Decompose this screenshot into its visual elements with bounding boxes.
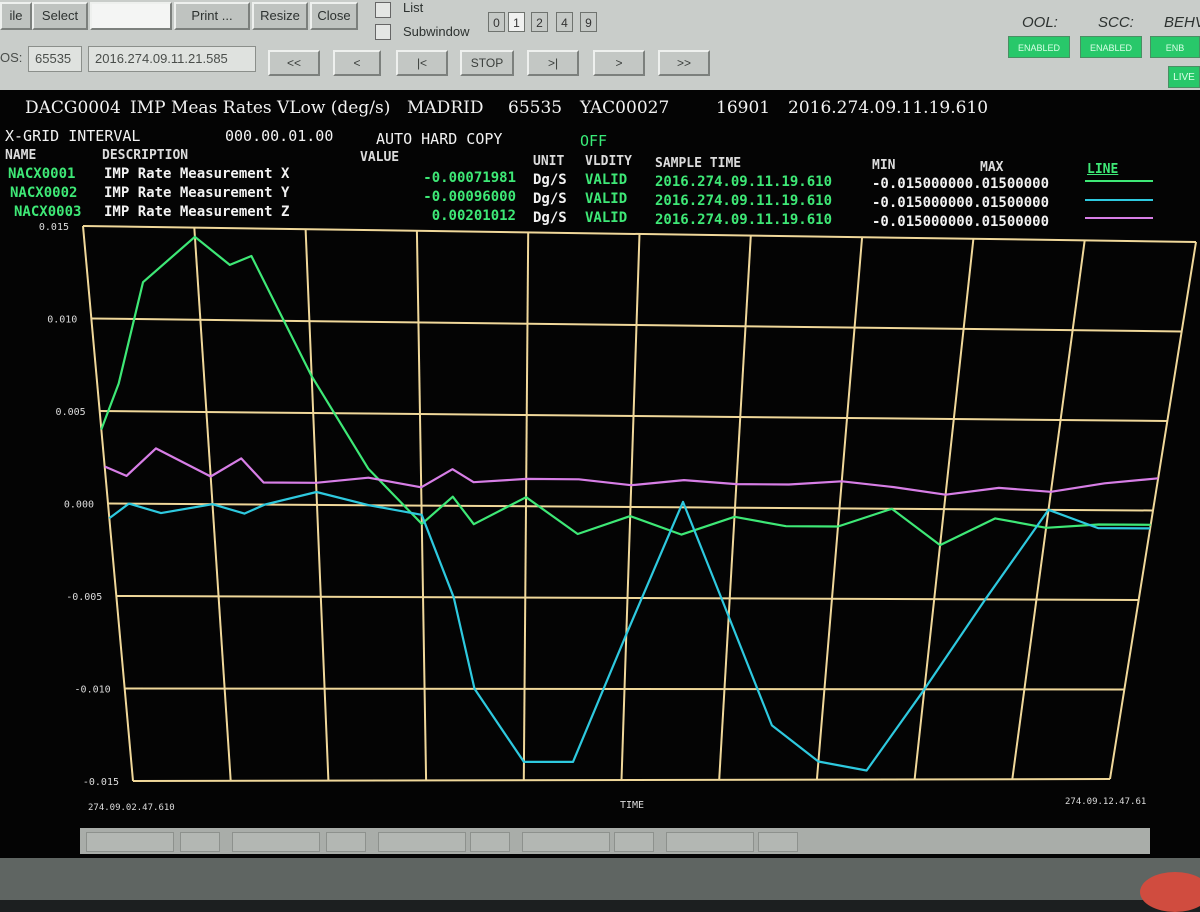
subwindow-label: Subwindow <box>403 24 470 39</box>
param-time: 2016.274.09.11.19.610 <box>655 174 833 190</box>
col-name: NAME <box>5 148 37 163</box>
legend-line-x <box>1085 180 1153 182</box>
bottom-slot[interactable] <box>326 832 366 852</box>
os-id-field[interactable]: 65535 <box>28 46 82 72</box>
behv-enabled-button[interactable]: ENB <box>1150 36 1200 58</box>
param-value: -0.00071981 <box>423 170 516 186</box>
forward-fast-button[interactable]: >> <box>658 50 710 76</box>
nav-time-field[interactable]: 2016.274.09.11.21.585 <box>88 46 256 72</box>
param-unit: Dg/S <box>533 172 567 188</box>
col-min: MIN <box>872 158 896 173</box>
display-title: IMP Meas Rates VLow (deg/s) <box>130 98 391 118</box>
scc-enabled-button[interactable]: ENABLED <box>1080 36 1142 58</box>
y-tick-label: 0.010 <box>47 315 77 326</box>
ool-enabled-button[interactable]: ENABLED <box>1008 36 1070 58</box>
rewind-fast-button[interactable]: << <box>268 50 320 76</box>
hardcopy-label: AUTO HARD COPY <box>376 130 503 148</box>
param-desc: IMP Rate Measurement X <box>104 166 290 182</box>
x-end-label: 274.09.12.47.61 <box>1065 797 1146 807</box>
col-sample-time: SAMPLE TIME <box>655 156 742 171</box>
bottom-slot[interactable] <box>378 832 466 852</box>
sticker <box>1140 872 1200 912</box>
x-axis-label: TIME <box>620 800 644 811</box>
page-button-1[interactable]: 1 <box>508 12 525 32</box>
param-minmax: -0.015000000.01500000 <box>872 195 1050 211</box>
grid-interval-value: 000.00.01.00 <box>225 127 334 145</box>
display-id: 65535 <box>508 98 563 118</box>
os-label: OS: <box>0 50 23 65</box>
param-validity: VALID <box>585 172 628 188</box>
chart-grid <box>82 225 1197 782</box>
bottom-slot[interactable] <box>666 832 754 852</box>
param-desc: IMP Rate Measurement Y <box>104 185 290 201</box>
stop-button[interactable]: STOP <box>460 50 514 76</box>
col-max: MAX <box>980 160 1004 175</box>
col-line: LINE <box>1087 162 1119 177</box>
col-value: VALUE <box>360 150 400 165</box>
series-line-nacx0001 <box>100 235 1151 547</box>
y-tick-label: -0.010 <box>75 685 111 696</box>
display-timestamp: 2016.274.09.11.19.610 <box>788 98 989 118</box>
legend-line-y <box>1085 199 1153 201</box>
close-menu[interactable]: Close <box>310 2 358 30</box>
page-button-0[interactable]: 0 <box>488 12 505 32</box>
param-value: -0.00096000 <box>423 189 516 205</box>
col-validity: VLDITY <box>585 154 632 169</box>
toolbar: ile Select Print ... Resize Close List S… <box>0 0 1200 90</box>
list-checkbox[interactable] <box>375 2 391 18</box>
scc-label: SCC: <box>1098 14 1134 31</box>
y-tick-label: -0.005 <box>66 592 102 603</box>
bottom-slot[interactable] <box>86 832 174 852</box>
display-name: DACG0004 <box>25 98 121 118</box>
grid-interval-label: X-GRID INTERVAL <box>5 127 141 145</box>
live-indicator: LIVE <box>1168 66 1200 88</box>
bottom-slot[interactable] <box>470 832 510 852</box>
y-tick-label: 0.005 <box>56 407 86 418</box>
go-start-button[interactable]: |< <box>396 50 448 76</box>
y-tick-label: 0.000 <box>64 500 94 511</box>
param-minmax: -0.015000000.01500000 <box>872 176 1050 192</box>
resize-menu[interactable]: Resize <box>252 2 308 30</box>
ool-label: OOL: <box>1022 14 1058 31</box>
print-menu[interactable]: Print ... <box>174 2 250 30</box>
display-yac: YAC00027 <box>580 98 670 118</box>
subwindow-checkbox[interactable] <box>375 24 391 40</box>
line-chart: 0.015 0.010 0.005 0.000 -0.005 -0.010 -0.015 2… <box>39 222 1197 813</box>
param-unit: Dg/S <box>533 191 567 207</box>
x-start-label: 274.09.02.47.610 <box>88 803 175 813</box>
horizontal-grid-line <box>124 687 1125 691</box>
selected-menu[interactable] <box>90 2 172 30</box>
col-description: DESCRIPTION <box>102 148 189 163</box>
bottom-slot[interactable] <box>522 832 610 852</box>
bottom-slot[interactable] <box>180 832 220 852</box>
display-site: MADRID <box>407 98 484 118</box>
page-button-2[interactable]: 2 <box>531 12 548 32</box>
y-tick-label: -0.015 <box>83 777 119 788</box>
bottom-slot[interactable] <box>232 832 320 852</box>
y-tick-label: 0.015 <box>39 222 69 233</box>
page-button-9[interactable]: 9 <box>580 12 597 32</box>
param-name: NACX0001 <box>8 166 76 182</box>
go-end-button[interactable]: >| <box>527 50 579 76</box>
page-button-4[interactable]: 4 <box>556 12 573 32</box>
hardcopy-value: OFF <box>580 132 608 150</box>
step-back-button[interactable]: < <box>333 50 381 76</box>
bottom-slot[interactable] <box>614 832 654 852</box>
col-unit: UNIT <box>533 154 565 169</box>
select-menu[interactable]: Select <box>32 2 88 30</box>
display-num: 16901 <box>716 98 771 118</box>
file-menu[interactable]: ile <box>0 2 32 30</box>
param-time: 2016.274.09.11.19.610 <box>655 193 833 209</box>
bottom-slot[interactable] <box>758 832 798 852</box>
behv-label: BEHV <box>1164 14 1200 31</box>
display-screen: DACG0004 IMP Meas Rates VLow (deg/s) MAD… <box>0 90 1200 900</box>
horizontal-grid-line <box>132 778 1111 782</box>
y-tick-labels: 0.015 0.010 0.005 0.000 -0.005 -0.010 -0.015 <box>39 222 119 788</box>
step-forward-button[interactable]: > <box>593 50 645 76</box>
taskbar <box>0 858 1200 900</box>
param-validity: VALID <box>585 191 628 207</box>
param-name: NACX0002 <box>10 185 78 201</box>
list-label: List <box>403 0 424 15</box>
